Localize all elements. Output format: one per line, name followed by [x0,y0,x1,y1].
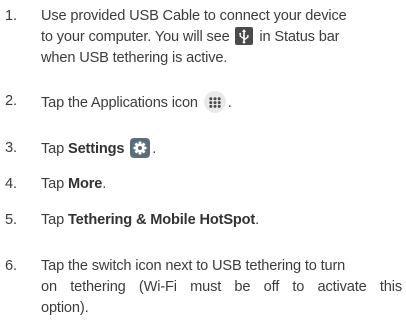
step-bold-label: Tethering & Mobile HotSpot [67,212,256,228]
step-text: Tap More. [41,174,402,195]
step-text: Tap Tethering & Mobile HotSpot. [41,210,402,231]
step-line: Tap the switch icon next to USB tetherin… [41,258,346,274]
step-text: Tap Settings . [41,138,402,160]
step-text: Use provided USB Cable to connect your d… [41,6,402,69]
step-line: Tap Tethering & Mobile HotSpot. [41,210,402,231]
step-bold-label: Settings [67,141,125,157]
step-text-fragment: Tap [41,176,68,192]
step-text-fragment: . [152,141,157,157]
settings-gear-icon [130,138,151,158]
step-number: 2. [5,93,17,109]
step-number: 1. [5,8,17,24]
step-line: Use provided USB Cable to connect your d… [41,8,347,24]
step-line: on tethering (Wi-Fi must be off to activ… [41,279,402,295]
step-text-fragment: Tap [41,141,68,157]
step-line: option). [41,300,89,316]
step-text-fragment: Tap [41,212,68,228]
step-bold-label: More [67,176,103,192]
step-text-fragment: to your computer. You will see [41,29,230,45]
step-text-fragment: Tap the Applications icon [41,95,198,111]
step-text-fragment: in Status bar [259,29,340,45]
step-text: Tap the switch icon next to USB tetherin… [41,256,402,319]
step-text-fragment: . [227,95,232,111]
step-number: 3. [5,140,17,156]
step-line: Tap More. [41,174,402,195]
step-text-fragment: . [102,176,107,192]
step-number: 5. [5,212,17,228]
step-line: to your computer. You will see in Status… [41,27,402,48]
usb-tethering-icon [235,27,254,45]
step-line: Tap Settings . [41,138,402,160]
step-text: Tap the Applications icon . [41,91,402,114]
applications-icon [203,91,226,113]
step-text-fragment: . [255,212,260,228]
step-number: 6. [5,258,17,274]
step-number: 4. [5,176,17,192]
step-line: when USB tethering is active. [41,50,228,66]
step-line: Tap the Applications icon . [41,91,402,114]
